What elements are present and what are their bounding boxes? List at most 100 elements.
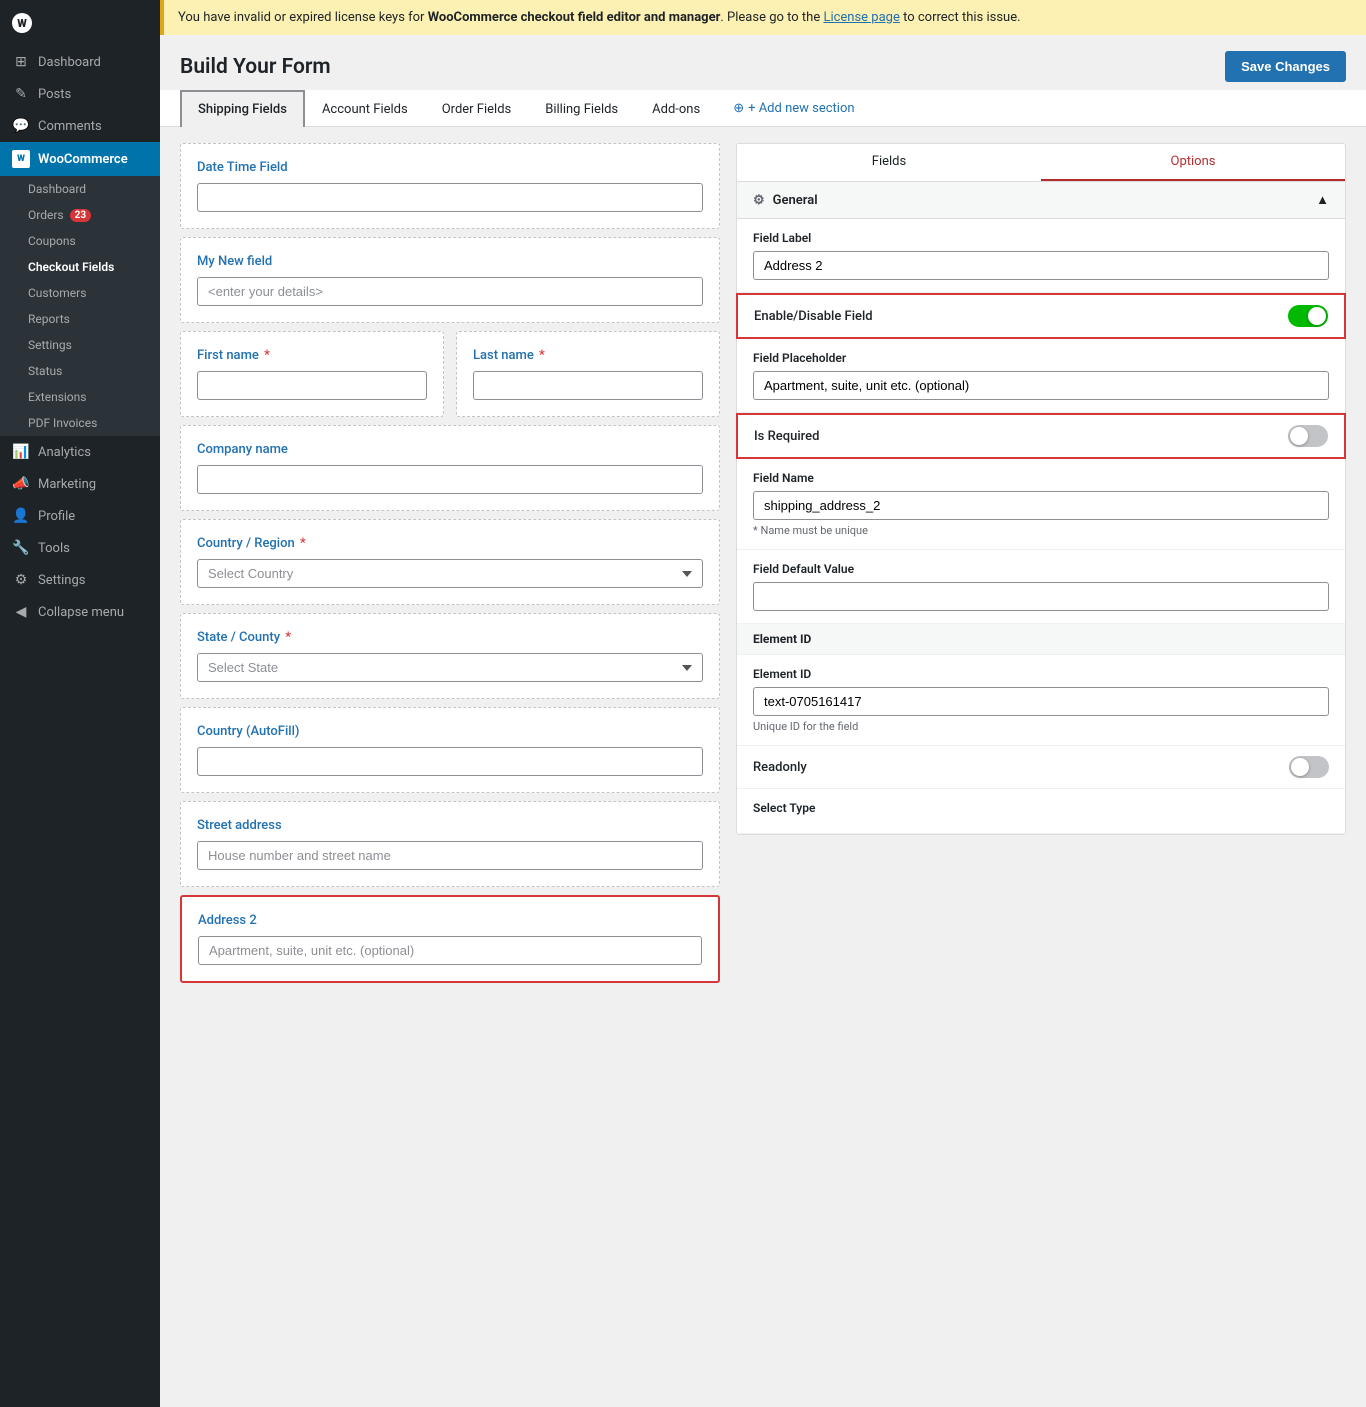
placeholder-input[interactable] (753, 371, 1329, 400)
wp-logo-icon: W (12, 13, 32, 33)
required-marker: * (285, 630, 291, 645)
save-changes-button[interactable]: Save Changes (1225, 51, 1346, 82)
field-name-label: Field Name (753, 471, 1329, 485)
field-label-country-autofill: Country (AutoFill) (197, 724, 703, 739)
sidebar-item-settings[interactable]: ⚙ Settings (0, 564, 160, 596)
woocommerce-submenu: Dashboard Orders 23 Coupons Checkout Fie… (0, 176, 160, 436)
required-marker: * (300, 536, 306, 551)
field-card-country-autofill: Country (AutoFill) (180, 707, 720, 793)
placeholder-label: Field Placeholder (753, 351, 1329, 365)
collapse-icon: ◀ (12, 604, 30, 620)
sidebar-item-tools[interactable]: 🔧 Tools (0, 532, 160, 564)
tab-shipping-fields[interactable]: Shipping Fields (180, 90, 305, 127)
default-value-input[interactable] (753, 582, 1329, 611)
field-input-first-name[interactable] (197, 371, 427, 400)
is-required-toggle[interactable] (1288, 425, 1328, 447)
element-id-input[interactable] (753, 687, 1329, 716)
readonly-toggle[interactable] (1289, 756, 1329, 778)
add-new-section-button[interactable]: ⊕ + Add new section (717, 91, 870, 126)
field-input-street-address[interactable] (197, 841, 703, 870)
field-label-address2: Address 2 (198, 913, 702, 928)
field-card-company: Company name (180, 425, 720, 511)
field-label-country: Country / Region * (197, 536, 703, 551)
sidebar-item-status[interactable]: Status (0, 358, 160, 384)
toggle-row-is-required: Is Required (736, 413, 1346, 459)
field-select-state[interactable]: Select State (197, 653, 703, 682)
field-card-datetime: Date Time Field (180, 143, 720, 229)
element-id-section-header: Element ID (737, 624, 1345, 655)
notice-bar: You have invalid or expired license keys… (160, 0, 1366, 35)
field-label-datetime: Date Time Field (197, 160, 703, 175)
sidebar-item-analytics[interactable]: 📊 Analytics (0, 436, 160, 468)
required-marker: * (264, 348, 270, 363)
field-name-help: * Name must be unique (753, 524, 1329, 537)
field-input-country-autofill[interactable] (197, 747, 703, 776)
sidebar-item-label: Profile (38, 509, 75, 524)
general-section-header[interactable]: ⚙ General ▲ (737, 182, 1345, 219)
sidebar-item-reports[interactable]: Reports (0, 306, 160, 332)
profile-icon: 👤 (12, 508, 30, 524)
sidebar-item-posts[interactable]: ✎ Posts (0, 78, 160, 110)
sidebar-item-label: Comments (38, 119, 102, 134)
field-label-state: State / County * (197, 630, 703, 645)
sidebar-item-woo-orders[interactable]: Orders 23 (0, 202, 160, 228)
element-id-help: Unique ID for the field (753, 720, 1329, 733)
field-input-my-new-field[interactable] (197, 277, 703, 306)
field-select-country[interactable]: Select Country (197, 559, 703, 588)
tab-options[interactable]: Options (1041, 144, 1345, 181)
section-header-left: ⚙ General (753, 193, 818, 208)
field-input-last-name[interactable] (473, 371, 703, 400)
dashboard-icon: ⊞ (12, 54, 30, 70)
sidebar-item-label: Settings (38, 573, 85, 588)
sidebar-item-label: Analytics (38, 445, 91, 460)
sidebar-item-woo-settings[interactable]: Settings (0, 332, 160, 358)
sidebar-item-extensions[interactable]: Extensions (0, 384, 160, 410)
sidebar-item-dashboard[interactable]: ⊞ Dashboard (0, 46, 160, 78)
tab-account-fields[interactable]: Account Fields (305, 91, 425, 127)
field-label-first-name: First name * (197, 348, 427, 363)
field-label-street-address: Street address (197, 818, 703, 833)
sidebar-item-profile[interactable]: 👤 Profile (0, 500, 160, 532)
field-label-last-name: Last name * (473, 348, 703, 363)
page-title: Build Your Form (180, 55, 331, 79)
field-label-my-new-field: My New field (197, 254, 703, 269)
enable-disable-toggle[interactable] (1288, 305, 1328, 327)
settings-icon: ⚙ (12, 572, 30, 588)
tab-fields[interactable]: Fields (737, 144, 1041, 181)
field-input-address2[interactable] (198, 936, 702, 965)
sidebar-item-pdf-invoices[interactable]: PDF Invoices (0, 410, 160, 436)
sidebar-woo-label: WooCommerce (38, 152, 128, 167)
sidebar-item-label: Tools (38, 541, 70, 556)
sidebar-item-marketing[interactable]: 📣 Marketing (0, 468, 160, 500)
sidebar-item-comments[interactable]: 💬 Comments (0, 110, 160, 142)
sidebar-item-woo-dashboard[interactable]: Dashboard (0, 176, 160, 202)
main-content: You have invalid or expired license keys… (160, 0, 1366, 1407)
comments-icon: 💬 (12, 118, 30, 134)
sidebar-item-customers[interactable]: Customers (0, 280, 160, 306)
field-input-company[interactable] (197, 465, 703, 494)
tab-billing-fields[interactable]: Billing Fields (528, 91, 635, 127)
tab-order-fields[interactable]: Order Fields (425, 91, 529, 127)
field-card-state: State / County * Select State (180, 613, 720, 699)
gear-icon: ⚙ (753, 193, 765, 208)
form-editor-layout: Date Time Field My New field First name … (160, 127, 1366, 1007)
field-card-address2: Address 2 (180, 895, 720, 983)
field-name-input[interactable] (753, 491, 1329, 520)
sidebar-item-checkout-fields[interactable]: Checkout Fields (0, 254, 160, 280)
tab-addons[interactable]: Add-ons (635, 91, 717, 127)
form-group-default-value: Field Default Value (737, 550, 1345, 624)
field-card-street-address: Street address (180, 801, 720, 887)
field-input-datetime[interactable] (197, 183, 703, 212)
analytics-icon: 📊 (12, 444, 30, 460)
toggle-row-enable-disable: Enable/Disable Field (736, 293, 1346, 339)
field-row-names: First name * Last name * (180, 331, 720, 425)
license-link[interactable]: License page (823, 10, 899, 25)
right-panel-options: Fields Options ⚙ General ▲ Field Label (736, 143, 1346, 835)
sidebar-item-collapse[interactable]: ◀ Collapse menu (0, 596, 160, 628)
sidebar-item-label: Marketing (38, 477, 96, 492)
sidebar-item-woo-coupons[interactable]: Coupons (0, 228, 160, 254)
field-label-input[interactable] (753, 251, 1329, 280)
sidebar-item-woocommerce[interactable]: W WooCommerce (0, 142, 160, 176)
is-required-label: Is Required (754, 429, 819, 444)
sidebar-logo: W (0, 0, 160, 46)
